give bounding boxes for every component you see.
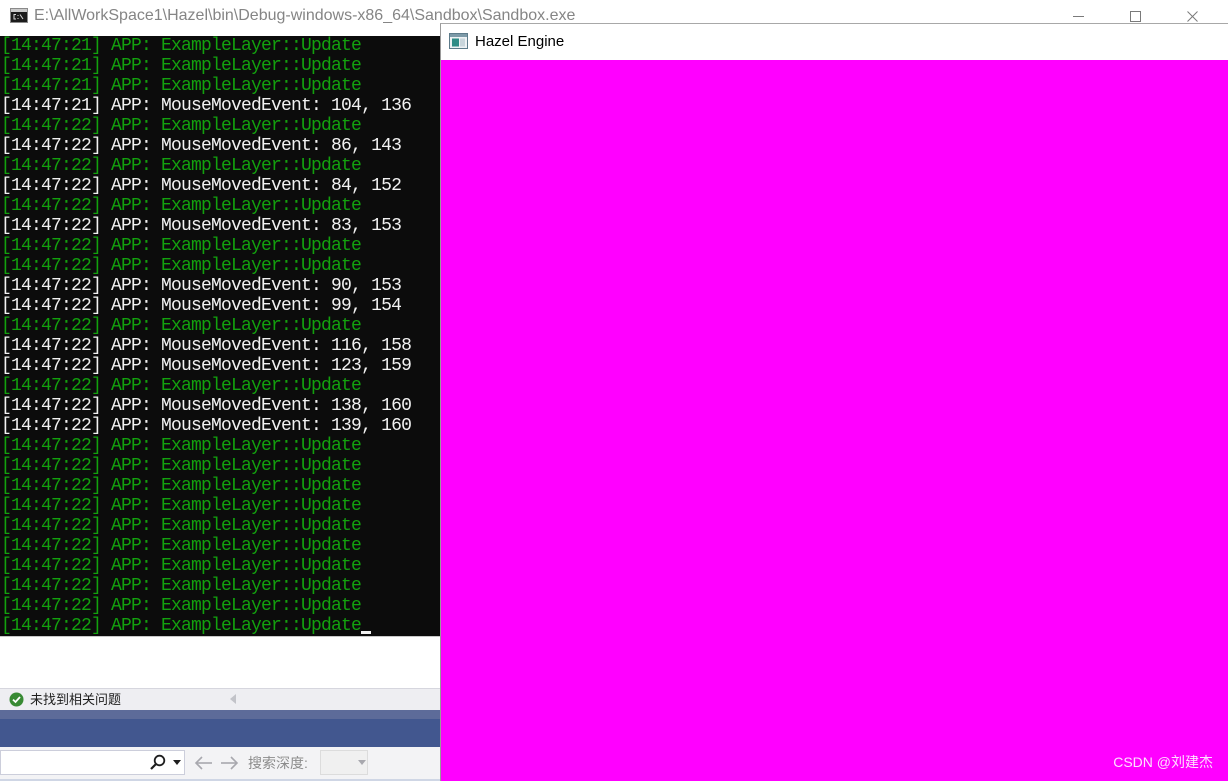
issues-status-bar: 未找到相关问题 <box>0 688 440 710</box>
close-icon <box>1187 10 1198 22</box>
visual-studio-ide: 未找到相关问题 搜索深度: <box>0 636 440 781</box>
watermark: CSDN @刘建杰 <box>1113 754 1213 770</box>
render-viewport[interactable] <box>441 60 1228 781</box>
hazel-engine-window: Hazel Engine CSDN @刘建杰 <box>440 23 1228 781</box>
chevron-down-icon <box>358 760 366 765</box>
search-input[interactable] <box>1 751 143 774</box>
hazel-title-bar[interactable]: Hazel Engine <box>441 24 1228 60</box>
tab-well-border <box>0 710 440 719</box>
search-depth-label: 搜索深度: <box>248 755 308 771</box>
console-line-text: [14:47:22] APP: ExampleLayer::Update <box>1 616 362 636</box>
search-icon[interactable] <box>149 754 166 771</box>
search-box[interactable] <box>0 750 185 775</box>
issues-status-text: 未找到相关问题 <box>30 692 122 707</box>
chevron-down-icon[interactable] <box>173 760 181 765</box>
search-toolbar: 搜索深度: <box>0 747 440 779</box>
minimize-icon <box>1073 15 1084 17</box>
arrow-right-icon[interactable] <box>220 755 239 771</box>
search-depth-select[interactable] <box>320 750 368 775</box>
scroll-left-icon[interactable] <box>229 694 237 704</box>
console-cursor <box>361 631 372 634</box>
arrow-left-icon[interactable] <box>194 755 213 771</box>
hazel-window-title: Hazel Engine <box>475 33 565 50</box>
ide-tool-pane <box>0 637 440 688</box>
tool-window-tab-well <box>0 710 440 747</box>
success-check-icon <box>9 692 24 707</box>
app-window-icon <box>449 33 468 49</box>
console-app-icon <box>10 8 28 23</box>
maximize-icon <box>1130 10 1141 22</box>
